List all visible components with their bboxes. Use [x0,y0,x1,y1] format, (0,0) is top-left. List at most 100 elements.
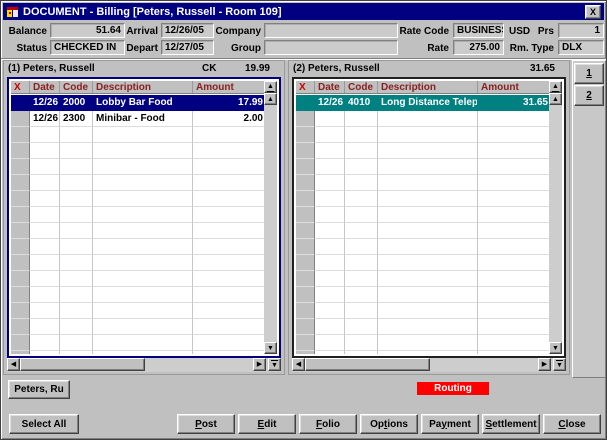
balance-label: Balance [7,26,47,37]
table-row-empty [296,127,549,143]
table-row-empty [11,335,264,351]
horizontal-scrollbar[interactable]: ◀ ▶ ▼ [292,358,566,372]
table-row-empty [11,159,264,175]
scroll-last-icon[interactable]: ▼ [553,358,566,371]
scroll-first-icon[interactable]: ▲ [264,81,277,93]
column-header-description: Description [378,81,478,93]
scroll-down-icon[interactable]: ▼ [549,342,562,354]
company-label: Company [213,26,261,37]
status-label: Status [7,43,47,54]
table-row-empty [11,127,264,143]
rate-label: Rate [393,43,449,54]
column-header-date: Date [315,81,345,93]
table-row[interactable]: 12/264010Long Distance Telephor31.65 [296,95,549,111]
scroll-up-icon[interactable]: ▲ [264,93,277,105]
column-header-code: Code [60,81,93,93]
scroll-right-icon[interactable]: ▶ [538,358,551,371]
table-row-empty [296,271,549,287]
scroll-last-icon[interactable]: ▼ [268,358,281,371]
column-header-x: X [296,81,315,93]
scroll-right-icon[interactable]: ▶ [253,358,266,371]
window-2-button[interactable]: 2 [574,85,604,106]
scroll-left-icon[interactable]: ◀ [7,358,20,371]
arrival-field: 12/26/05 [161,23,214,38]
close-button[interactable]: Close [543,414,601,434]
window-total: 19.99 [245,63,270,74]
scrollbar-thumb[interactable] [20,358,145,371]
scroll-up-icon[interactable]: ▲ [549,93,562,105]
window-1-button[interactable]: 1 [574,63,604,84]
folio-button[interactable]: Folio [299,414,357,434]
guest-tab[interactable]: Peters, Ru [8,380,70,399]
titlebar: DOCUMENT - Billing [Peters, Russell - Ro… [3,3,604,20]
routing-badge[interactable]: Routing [417,382,489,395]
settlement-button[interactable]: Settlement [482,414,540,434]
table-row-empty [11,319,264,335]
window-total: 31.65 [530,63,555,74]
prs-label: Prs [521,26,554,37]
table-row-empty [296,143,549,159]
scrollbar-thumb[interactable] [305,358,430,371]
table-row-empty [11,207,264,223]
table-row-empty [11,239,264,255]
scrollbar-track[interactable] [145,358,253,372]
payment-button[interactable]: Payment [421,414,479,434]
charges-table-1: XDateCodeDescriptionAmount 12/262000Lobb… [7,77,281,358]
table-row[interactable]: 12/262300Minibar - Food2.00 [11,111,264,127]
guest-name: (2) Peters, Russell [293,63,380,74]
window-title: DOCUMENT - Billing [Peters, Russell - Ro… [23,6,581,18]
window-selector-strip: 1 2 [572,60,606,378]
table-row-empty [296,319,549,335]
group-label: Group [213,43,261,54]
rm-type-label: Rm. Type [506,43,554,54]
rm-type-field: DLX [558,40,604,55]
table-row-empty [11,351,264,354]
table-row-empty [296,351,549,354]
scroll-first-icon[interactable]: ▲ [549,81,562,93]
table-row-empty [11,223,264,239]
column-header-date: Date [30,81,60,93]
company-field [264,23,398,38]
column-header-amount: Amount [193,81,267,93]
rate-code-label: Rate Code [393,26,449,37]
folio-window-2: (2) Peters, Russell 31.65 XDateCodeDescr… [288,60,570,375]
table-row-empty [11,271,264,287]
table-row-empty [11,303,264,319]
table-row-empty [296,255,549,271]
depart-label: Depart [118,43,158,54]
folio-window-2-title: (2) Peters, Russell 31.65 [293,62,565,76]
scroll-left-icon[interactable]: ◀ [292,358,305,371]
scroll-down-icon[interactable]: ▼ [264,342,277,354]
table-row-empty [296,191,549,207]
table-row-empty [296,175,549,191]
table-row-empty [11,287,264,303]
close-icon[interactable]: X [585,5,601,19]
table-row[interactable]: 12/262000Lobby Bar Food17.99 [11,95,264,111]
depart-field: 12/27/05 [161,40,214,55]
vertical-scrollbar[interactable]: ▲ ▲ ▼ [549,81,562,354]
vertical-scrollbar[interactable]: ▲ ▲ ▼ [264,81,277,354]
billing-window: DOCUMENT - Billing [Peters, Russell - Ro… [0,0,607,440]
horizontal-scrollbar[interactable]: ◀ ▶ ▼ [7,358,281,372]
action-button-row: PostEditFolioOptionsPaymentSettlementClo… [177,414,601,434]
table-row-empty [11,255,264,271]
post-button[interactable]: Post [177,414,235,434]
edit-button[interactable]: Edit [238,414,296,434]
table-row-empty [11,175,264,191]
table-row-empty [11,143,264,159]
folio-window-1: (1) Peters, Russell CK 19.99 XDateCodeDe… [3,60,285,375]
select-all-button[interactable]: Select All [9,414,79,434]
group-field [264,40,398,55]
rate-code-field: BUSINESS [453,23,504,38]
arrival-label: Arrival [118,26,158,37]
table-row-empty [296,303,549,319]
table-row-empty [296,159,549,175]
column-header-description: Description [93,81,193,93]
table-row-empty [296,335,549,351]
options-button[interactable]: Options [360,414,418,434]
scrollbar-track[interactable] [430,358,538,372]
table-row-empty [296,239,549,255]
charges-table-2: XDateCodeDescriptionAmount 12/264010Long… [292,77,566,358]
table-rows: 12/264010Long Distance Telephor31.65 [296,95,549,354]
app-icon [6,6,19,18]
